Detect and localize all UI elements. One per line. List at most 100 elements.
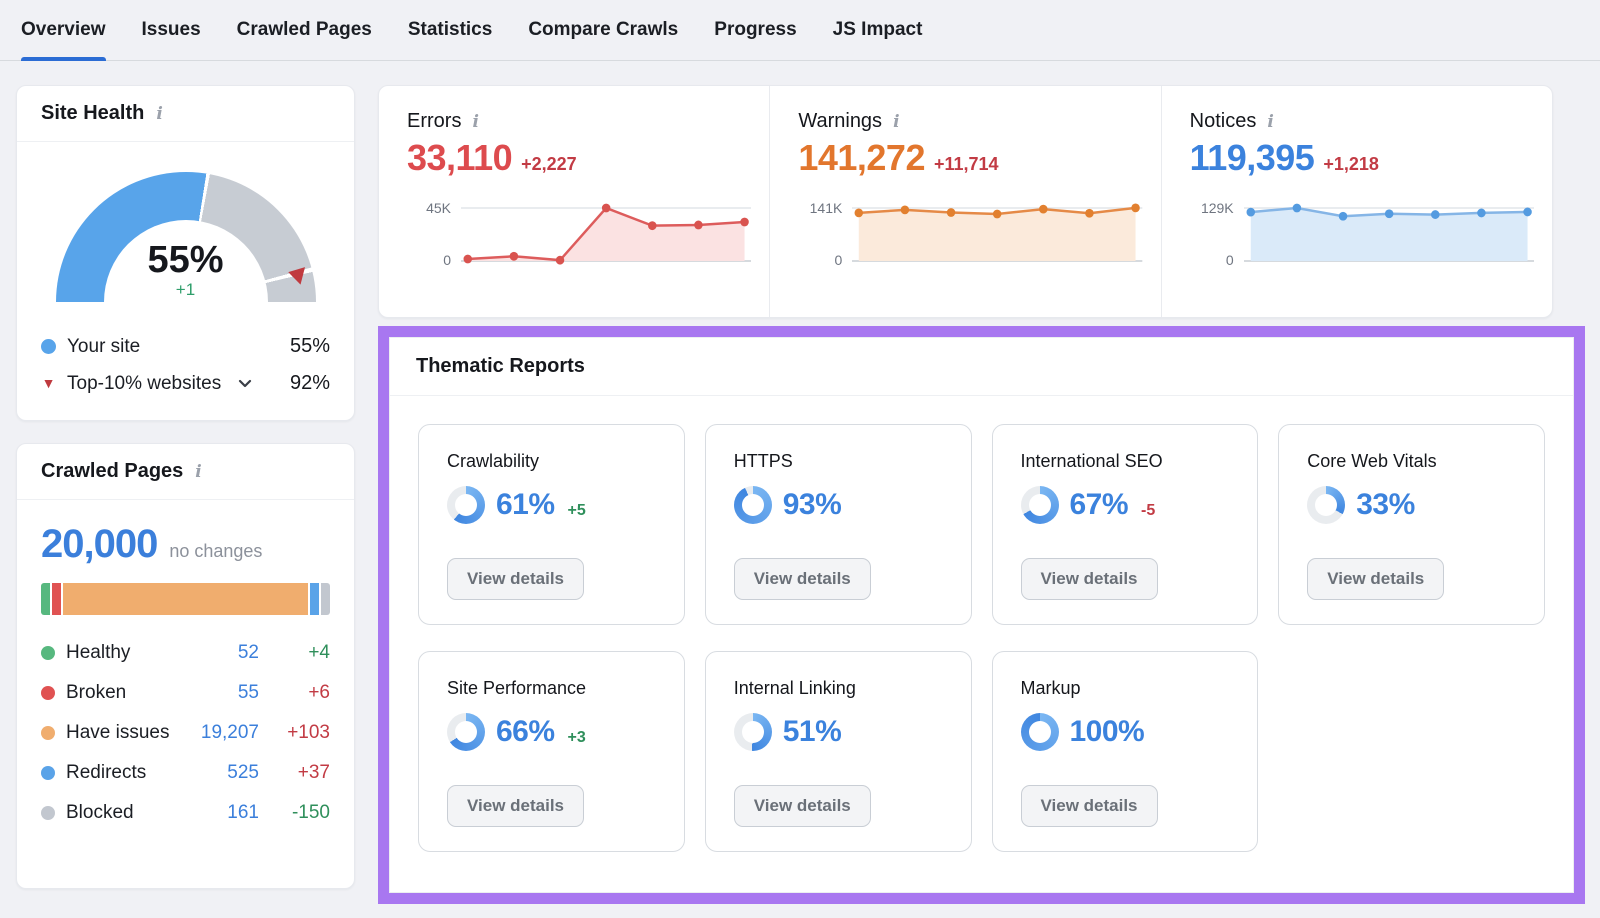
issues-kpi-card: Errors i 33,110 +2,227 45K0 Warnings i 1…: [378, 85, 1553, 318]
errors-sparkline: 45K0: [407, 199, 751, 271]
report-score: 93%: [783, 488, 842, 522]
thematic-card-crawlability: Crawlability 61%+5 View details: [418, 424, 685, 625]
left-column: Site Health i 55% +1 Your site 55%: [16, 85, 355, 889]
list-item-redirects: Redirects 525 +37: [41, 753, 330, 793]
warnings-sparkline: 141K 0: [798, 199, 1142, 271]
tab-statistics[interactable]: Statistics: [408, 0, 492, 60]
list-item-healthy: Healthy 52 +4: [41, 633, 330, 673]
row-delta: +4: [270, 642, 330, 664]
row-label: Redirects: [66, 762, 146, 784]
crawled-pages-card: Crawled Pages i 20,000 no changes: [16, 443, 355, 889]
score-ring-icon: [734, 486, 772, 524]
row-value[interactable]: 52: [238, 642, 259, 664]
site-health-legend: Your site 55% ▼ Top-10% websites 92%: [41, 328, 330, 402]
legend-top10-websites: ▼ Top-10% websites 92%: [41, 365, 330, 402]
audit-nav-tabs: Overview Issues Crawled Pages Statistics…: [0, 0, 1600, 61]
warnings-info-icon[interactable]: i: [891, 112, 901, 132]
bar-segment-redirects: [310, 583, 319, 615]
row-label: Blocked: [66, 802, 134, 824]
view-details-button[interactable]: View details: [1021, 785, 1158, 827]
row-value[interactable]: 19,207: [201, 722, 259, 744]
axis-label: 129K: [1201, 200, 1234, 216]
report-delta: +5: [568, 502, 586, 524]
bar-segment-have-issues: [63, 583, 308, 615]
report-title: International SEO: [1021, 451, 1230, 472]
thematic-card-core-web-vitals: Core Web Vitals 33% View details: [1278, 424, 1545, 625]
report-title: Crawlability: [447, 451, 656, 472]
site-health-info-icon[interactable]: i: [154, 104, 164, 124]
report-title: Site Performance: [447, 678, 656, 699]
notices-count[interactable]: 119,395: [1190, 137, 1315, 179]
errors-info-icon[interactable]: i: [470, 112, 480, 132]
report-title: Core Web Vitals: [1307, 451, 1516, 472]
healthy-dot-icon: [41, 646, 55, 660]
your-site-dot-icon: [41, 339, 56, 354]
bar-segment-healthy: [41, 583, 50, 615]
report-title: Markup: [1021, 678, 1230, 699]
score-ring-icon: [447, 713, 485, 751]
report-score: 100%: [1070, 715, 1145, 749]
have-issues-dot-icon: [41, 726, 55, 740]
warnings-count[interactable]: 141,272: [798, 137, 925, 179]
tab-progress[interactable]: Progress: [714, 0, 796, 60]
thematic-reports-header: Thematic Reports: [390, 338, 1573, 396]
row-label: Broken: [66, 682, 126, 704]
report-score: 66%: [496, 715, 555, 749]
bar-segment-broken: [52, 583, 61, 615]
kpi-warnings-section: Warnings i 141,272 +11,714 141K0: [769, 86, 1160, 317]
legend-label: Your site: [67, 336, 140, 358]
broken-dot-icon: [41, 686, 55, 700]
list-item-broken: Broken 55 +6: [41, 673, 330, 713]
score-ring-icon: [734, 713, 772, 751]
notices-info-icon[interactable]: i: [1265, 112, 1275, 132]
tab-js-impact[interactable]: JS Impact: [833, 0, 923, 60]
report-title: HTTPS: [734, 451, 943, 472]
view-details-button[interactable]: View details: [447, 785, 584, 827]
redirects-dot-icon: [41, 766, 55, 780]
crawled-total: 20,000: [41, 522, 157, 567]
tab-issues[interactable]: Issues: [142, 0, 201, 60]
crawled-pages-info-icon[interactable]: i: [193, 462, 203, 482]
tab-compare-crawls[interactable]: Compare Crawls: [528, 0, 678, 60]
legend-value: 55%: [290, 335, 330, 358]
thematic-card-https: HTTPS 93% View details: [705, 424, 972, 625]
site-health-header: Site Health i: [17, 86, 354, 142]
thematic-reports-highlight: Thematic Reports Crawlability 61%+5 View…: [378, 326, 1585, 904]
score-ring-icon: [1307, 486, 1345, 524]
tab-crawled-pages[interactable]: Crawled Pages: [237, 0, 372, 60]
view-details-button[interactable]: View details: [1021, 558, 1158, 600]
tab-overview[interactable]: Overview: [21, 0, 106, 60]
report-delta: -5: [1141, 502, 1155, 524]
row-label: Have issues: [66, 722, 170, 744]
site-health-gauge: 55% +1: [56, 172, 316, 302]
row-value[interactable]: 161: [227, 802, 259, 824]
row-label: Healthy: [66, 642, 130, 664]
score-ring-icon: [1021, 713, 1059, 751]
view-details-button[interactable]: View details: [734, 558, 871, 600]
legend-label: Top-10% websites: [67, 373, 221, 395]
axis-label: 141K: [810, 200, 843, 216]
gauge-center: 55% +1: [56, 240, 316, 300]
thematic-reports-grid: Crawlability 61%+5 View details HTTPS 93…: [390, 396, 1573, 852]
row-value[interactable]: 525: [227, 762, 259, 784]
report-delta: +3: [568, 729, 586, 751]
legend-your-site: Your site 55%: [41, 328, 330, 365]
blocked-dot-icon: [41, 806, 55, 820]
thematic-card-site-performance: Site Performance 66% +3 View details: [418, 651, 685, 852]
bar-segment-blocked: [321, 583, 330, 615]
view-details-button[interactable]: View details: [1307, 558, 1444, 600]
kpi-errors-section: Errors i 33,110 +2,227 45K0: [379, 86, 769, 317]
errors-delta: +2,227: [521, 154, 577, 175]
legend-value: 92%: [290, 372, 330, 395]
thematic-reports-title: Thematic Reports: [416, 355, 585, 378]
view-details-button[interactable]: View details: [447, 558, 584, 600]
row-delta: -150: [270, 802, 330, 824]
row-value[interactable]: 55: [238, 682, 259, 704]
notices-delta: +1,218: [1323, 154, 1379, 175]
axis-label: 0: [835, 252, 843, 268]
view-details-button[interactable]: View details: [734, 785, 871, 827]
errors-count[interactable]: 33,110: [407, 137, 512, 179]
chevron-down-icon[interactable]: [238, 379, 252, 388]
crawled-pages-title: Crawled Pages: [41, 460, 183, 483]
crawled-pages-header: Crawled Pages i: [17, 444, 354, 500]
